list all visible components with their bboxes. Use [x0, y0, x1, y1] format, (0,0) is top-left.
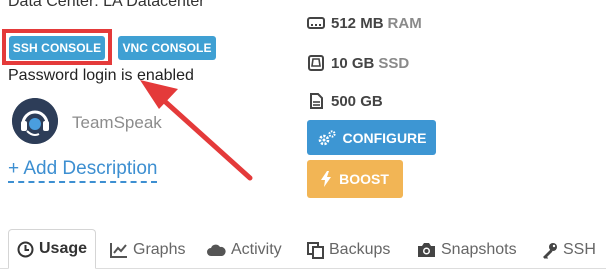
configure-button[interactable]: CONFIGURE [307, 120, 436, 155]
tab-backups-label: Backups [329, 241, 391, 258]
tab-usage[interactable]: Usage [8, 229, 96, 269]
password-login-status: Password login is enabled [8, 67, 194, 84]
tab-ssh-label: SSH [563, 241, 596, 258]
boost-button[interactable]: BOOST [307, 160, 403, 198]
memory-icon [307, 17, 325, 29]
tab-snapshots-label: Snapshots [441, 241, 517, 258]
configure-label: CONFIGURE [342, 129, 427, 146]
tab-snapshots[interactable]: Snapshots [417, 232, 517, 268]
cogs-icon [318, 129, 336, 145]
tab-activity-label: Activity [231, 241, 282, 258]
spec-ssd: 10 GB SSD [307, 53, 409, 75]
copy-icon [307, 241, 324, 259]
boost-label: BOOST [339, 171, 389, 187]
key-icon [543, 242, 557, 259]
tab-backups[interactable]: Backups [307, 232, 390, 268]
line-chart-icon [110, 243, 127, 258]
tab-activity[interactable]: Activity [206, 232, 282, 268]
tab-graphs[interactable]: Graphs [110, 232, 185, 268]
annotation-highlight-box [2, 29, 112, 65]
vnc-console-button[interactable]: VNC CONSOLE [118, 36, 216, 60]
bandwidth-value: 500 GB [331, 93, 383, 110]
disk-unit: SSD [378, 55, 410, 72]
lightning-icon [321, 171, 332, 187]
cloud-icon [207, 244, 226, 256]
file-icon [310, 93, 323, 109]
disk-icon [308, 55, 324, 71]
disk-value: 10 GB [331, 55, 375, 72]
clock-icon [17, 241, 34, 257]
tab-usage-label: Usage [38, 240, 88, 257]
spec-bandwidth: 500 GB [307, 91, 383, 113]
ram-unit: RAM [387, 15, 422, 32]
teamspeak-logo-icon [12, 98, 58, 144]
add-description-link[interactable]: + Add Description [8, 158, 158, 183]
camera-icon [418, 243, 435, 257]
spec-ram: 512 MB RAM [307, 13, 422, 35]
app-name: TeamSpeak [72, 113, 162, 132]
tab-graphs-label: Graphs [133, 241, 186, 258]
tab-ssh[interactable]: SSH [541, 232, 596, 268]
datacenter-label: Data Center: LA Datacenter [8, 0, 205, 10]
ram-value: 512 MB [331, 15, 384, 32]
